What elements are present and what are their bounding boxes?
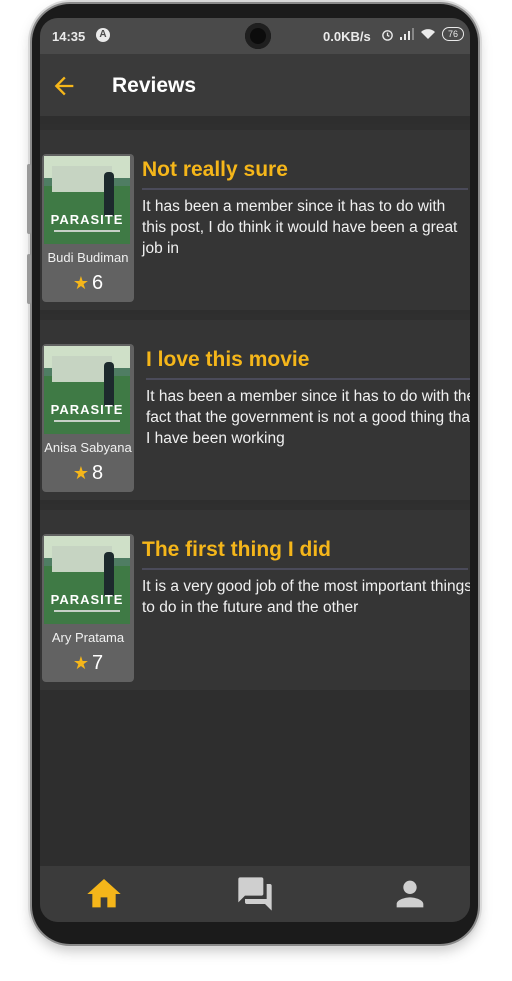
poster-title: PARASITE — [50, 592, 124, 607]
reviewer-card: PARASITE Budi Budiman ★ 6 — [42, 154, 134, 302]
review-title: Not really sure — [142, 158, 288, 181]
rating-value: 6 — [92, 272, 104, 294]
review-body: It has been a member since it has to do … — [142, 198, 458, 257]
star-icon: ★ — [72, 273, 89, 293]
review-card[interactable]: PARASITE Ary Pratama ★ 7 The first thing … — [40, 504, 470, 690]
rating-value: 8 — [92, 462, 104, 484]
rating: ★ 6 — [42, 272, 134, 295]
rating: ★ 7 — [42, 652, 134, 675]
wifi-icon — [421, 29, 435, 39]
bottom-navigation — [40, 866, 470, 922]
battery-icon: 76 — [442, 27, 465, 41]
review-body: It is a very good job of the most import… — [142, 578, 470, 616]
review-title: I love this movie — [146, 348, 310, 371]
review-body: It has been a member since it has to do … — [146, 388, 470, 447]
movie-poster: PARASITE — [44, 156, 130, 244]
review-card[interactable]: PARASITE Budi Budiman ★ 6 Not really sure… — [40, 124, 470, 310]
network-speed: 0.0KB/s — [323, 29, 371, 44]
app-bar: Reviews — [40, 54, 470, 116]
reviewer-name: Ary Pratama — [51, 630, 125, 645]
home-icon[interactable] — [84, 874, 124, 914]
star-icon: ★ — [72, 653, 89, 673]
divider — [142, 188, 468, 190]
alarm-icon — [382, 29, 393, 41]
arrow-left-icon[interactable] — [50, 72, 78, 100]
poster-title: PARASITE — [50, 402, 124, 417]
status-time: 14:35 — [52, 29, 86, 44]
profile-icon[interactable] — [390, 874, 430, 914]
front-camera — [245, 23, 271, 49]
star-icon: ★ — [72, 463, 89, 483]
movie-poster: PARASITE — [44, 536, 130, 624]
reviewer-name: Budi Budiman — [47, 250, 129, 265]
side-button-power — [27, 254, 31, 304]
phone-frame: 14:35 A 0.0KB/s 76 Reviews PARASITE Budi… — [27, 4, 478, 944]
movie-poster: PARASITE — [44, 346, 130, 434]
reviewer-card: PARASITE Anisa Sabyana ★ 8 — [42, 344, 134, 492]
status-icons: 76 — [381, 27, 465, 41]
divider — [146, 378, 470, 380]
page-title: Reviews — [112, 74, 197, 97]
rating-value: 7 — [92, 652, 104, 674]
review-card[interactable]: PARASITE Anisa Sabyana ★ 8 I love this mo… — [40, 314, 470, 500]
reviewer-name: Anisa Sabyana — [44, 440, 132, 455]
divider — [142, 568, 468, 570]
rating: ★ 8 — [42, 462, 134, 485]
screen: 14:35 A 0.0KB/s 76 Reviews PARASITE Budi… — [40, 18, 470, 922]
reviewer-card: PARASITE Ary Pratama ★ 7 — [42, 534, 134, 682]
a-badge-icon: A — [96, 28, 110, 42]
signal-icon — [400, 28, 414, 40]
review-title: The first thing I did — [142, 538, 331, 561]
chat-icon[interactable] — [235, 874, 275, 914]
status-bar: 14:35 A 0.0KB/s 76 — [40, 18, 470, 54]
side-button-volume — [27, 164, 31, 234]
poster-title: PARASITE — [50, 212, 124, 227]
